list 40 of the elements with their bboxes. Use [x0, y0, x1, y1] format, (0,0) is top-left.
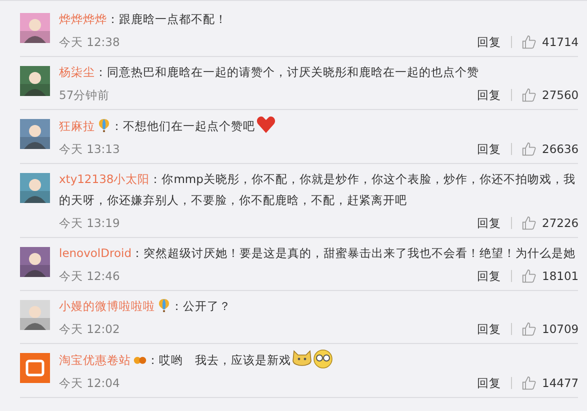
comment-text: lenovolDroid：突然超级讨厌她！要是这是真的，甜蜜暴击出来了我也不会看！绝望！为什么是她: [59, 245, 576, 262]
like-count: 26636: [542, 141, 578, 157]
like-count: 41714: [542, 34, 578, 50]
reply-link[interactable]: 回复: [477, 321, 501, 337]
like-count: 27226: [542, 215, 578, 231]
reply-link[interactable]: 回复: [477, 375, 501, 391]
heart-icon: [256, 115, 276, 135]
timestamp: 今天 12:38: [59, 34, 120, 50]
comment-text: 狂麻拉 ：不想他们在一起点个赞吧: [59, 115, 578, 137]
like-count: 18101: [542, 268, 578, 284]
reply-link[interactable]: 回复: [477, 215, 501, 231]
smiley-glasses-icon: [313, 349, 333, 369]
thumbs-up-icon[interactable]: [522, 376, 536, 390]
balloon-icon: [157, 298, 171, 313]
timestamp: 今天 13:13: [59, 141, 120, 157]
timestamp: 57分钟前: [59, 87, 110, 103]
comment-text: 杨柒尘：同意热巴和鹿晗在一起的请赞个，讨厌关晓彤和鹿晗在一起的也点个赞: [59, 64, 480, 81]
balloon-icon: [97, 118, 111, 133]
like-count: 10709: [542, 321, 578, 337]
thumbs-up-icon[interactable]: [522, 35, 536, 49]
comment-text: 淘宝优惠卷站 ：哎哟 我去，应该是新戏: [59, 349, 578, 371]
reply-link[interactable]: 回复: [477, 87, 501, 103]
shop-logo-icon[interactable]: [20, 353, 50, 383]
timestamp: 今天 12:46: [59, 268, 120, 284]
thumbs-up-icon[interactable]: [522, 88, 536, 102]
reply-link[interactable]: 回复: [477, 268, 501, 284]
like-count: 27560: [542, 87, 578, 103]
thumbs-up-icon[interactable]: [522, 269, 536, 283]
comment-text: 小嫚的微博啦啦啦 ：公开了？: [59, 297, 232, 315]
timestamp: 今天 12:04: [59, 375, 120, 391]
thumbs-up-icon[interactable]: [522, 322, 536, 336]
thumbs-up-icon[interactable]: [522, 142, 536, 156]
timestamp: 今天 12:02: [59, 321, 120, 337]
comment-text: 烨烨烨烨：跟鹿晗一点都不配！: [59, 11, 228, 28]
thumbs-up-icon[interactable]: [522, 216, 536, 230]
like-count: 14477: [542, 375, 578, 391]
reply-link[interactable]: 回复: [477, 34, 501, 50]
timestamp: 今天 13:19: [59, 215, 120, 231]
reply-link[interactable]: 回复: [477, 141, 501, 157]
comment-text: xty12138小太阳：你mmp关晓彤，你不配，你就是炒作，你这个表脸，炒作，你还不拍吻戏，我的天呀，你还嫌弃别人，不要脸，你不配鹿晗，不配，赶紧离开吧: [59, 171, 576, 209]
